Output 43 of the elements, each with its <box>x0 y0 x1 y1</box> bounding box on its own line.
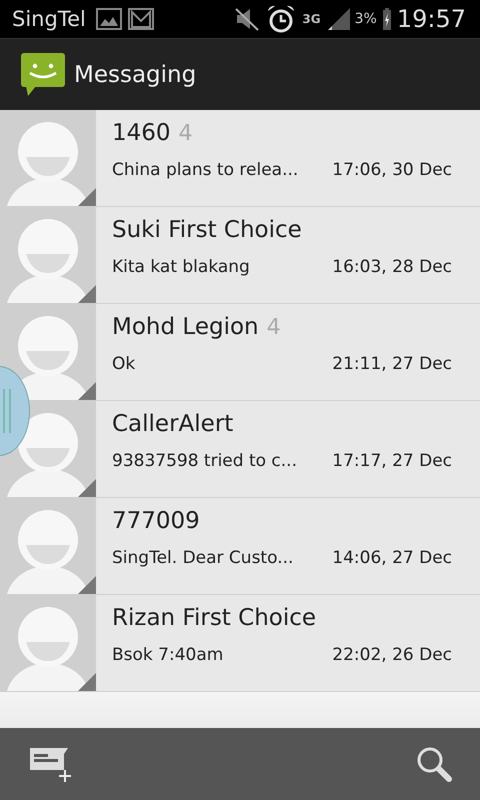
conversation-item[interactable]: 777009 SingTel. Dear Custo... 14:06, 27 Dec <box>0 498 480 595</box>
avatar-icon <box>0 110 96 206</box>
contact-name: 1460 <box>112 120 171 146</box>
avatar-icon <box>0 207 96 303</box>
app-logo-icon <box>20 52 66 98</box>
contact-name: 777009 <box>112 508 200 534</box>
message-preview: 93837598 tried to c... <box>112 451 297 471</box>
message-preview: SingTel. Dear Custo... <box>112 548 294 568</box>
contact-name: Suki First Choice <box>112 217 302 243</box>
carrier-name: SingTel <box>12 7 86 31</box>
contact-name: CallerAlert <box>112 411 234 437</box>
message-preview: Ok <box>112 354 136 374</box>
conversation-item[interactable]: CallerAlert 93837598 tried to c... 17:17, 27 Dec <box>0 401 480 498</box>
unread-count: 4 <box>178 121 193 146</box>
conversation-item[interactable]: Suki First Choice Kita kat blakang 16:03, 28 Dec <box>0 207 480 304</box>
message-time: 14:06, 27 Dec <box>332 548 452 568</box>
battery-percent: 3% <box>354 11 377 27</box>
conversation-item[interactable]: 1460 4 China plans to relea... 17:06, 30 Dec <box>0 110 480 207</box>
message-time: 17:17, 27 Dec <box>332 451 452 471</box>
network-type: 3G <box>302 12 321 26</box>
message-time: 22:02, 26 Dec <box>332 645 452 665</box>
mail-icon <box>128 8 154 30</box>
avatar-icon <box>0 304 96 400</box>
alarm-clock-icon <box>266 4 296 34</box>
contact-name: Rizan First Choice <box>112 605 316 631</box>
message-time: 17:06, 30 Dec <box>332 160 452 180</box>
message-time: 16:03, 28 Dec <box>332 257 452 277</box>
conversation-item[interactable]: Mohd Legion 4 Ok 21:11, 27 Dec <box>0 304 480 401</box>
mute-icon <box>234 7 260 31</box>
conversation-item[interactable]: Rizan First Choice Bsok 7:40am 22:02, 26 Dec <box>0 595 480 692</box>
unread-count: 4 <box>266 315 281 340</box>
message-preview: Bsok 7:40am <box>112 645 224 665</box>
clock-time: 19:57 <box>396 5 466 33</box>
avatar-icon <box>0 498 96 594</box>
message-time: 21:11, 27 Dec <box>332 354 452 374</box>
app-title: Messaging <box>74 62 196 88</box>
avatar-icon <box>0 595 96 691</box>
contact-name: Mohd Legion <box>112 314 259 340</box>
message-preview: Kita kat blakang <box>112 257 250 277</box>
image-icon <box>96 8 122 30</box>
signal-icon <box>326 7 351 31</box>
message-preview: China plans to relea... <box>112 160 298 180</box>
battery-icon <box>382 8 391 30</box>
